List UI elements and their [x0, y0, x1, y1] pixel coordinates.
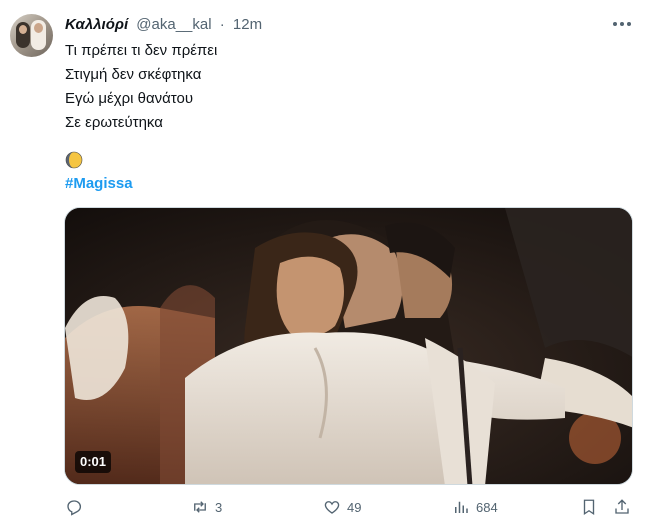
author-handle[interactable]: @aka__kal [136, 16, 211, 33]
hashtag-link[interactable]: #Magissa [65, 173, 133, 195]
moon-icon [65, 151, 83, 169]
video-player[interactable]: 0:01 [64, 207, 633, 485]
views-icon [455, 501, 468, 513]
retweet-button[interactable]: 3 [191, 497, 222, 517]
bookmark-button[interactable] [580, 497, 598, 517]
share-button[interactable] [613, 497, 631, 517]
more-options-icon[interactable] [609, 12, 635, 36]
reply-button[interactable] [65, 497, 89, 517]
bookmark-icon [583, 499, 595, 516]
tweet-header: Καλλιόρί @aka__kal · 12m [65, 15, 262, 35]
reply-icon [67, 500, 82, 516]
tweet-line: Εγώ μέχρι θανάτου [65, 90, 194, 107]
share-icon [615, 499, 629, 514]
like-button[interactable]: 49 [323, 497, 361, 517]
tweet-line: Στιγμή δεν σκέφτηκα [65, 66, 202, 83]
separator-dot: · [219, 16, 225, 33]
author-name[interactable]: Καλλιόρί [65, 16, 128, 33]
tweet-timestamp[interactable]: 12m [233, 16, 262, 33]
action-bar: 3 49 684 [0, 497, 663, 521]
tweet-line: Τι πρέπει τι δεν πρέπει [65, 42, 218, 59]
avatar[interactable] [10, 14, 53, 57]
video-frame [65, 208, 632, 484]
retweet-count: 3 [215, 499, 223, 515]
video-duration-badge: 0:01 [75, 451, 112, 473]
tweet-line: Σε ερωτεύτηκα [65, 114, 163, 131]
views-button[interactable]: 684 [452, 497, 498, 517]
tweet-text: Τι πρέπει τι δεν πρέπει Στιγμή δεν σκέφτ… [65, 39, 217, 135]
retweet-icon [194, 501, 206, 513]
like-count: 49 [347, 499, 362, 515]
heart-icon [324, 501, 340, 514]
views-count: 684 [476, 499, 498, 515]
